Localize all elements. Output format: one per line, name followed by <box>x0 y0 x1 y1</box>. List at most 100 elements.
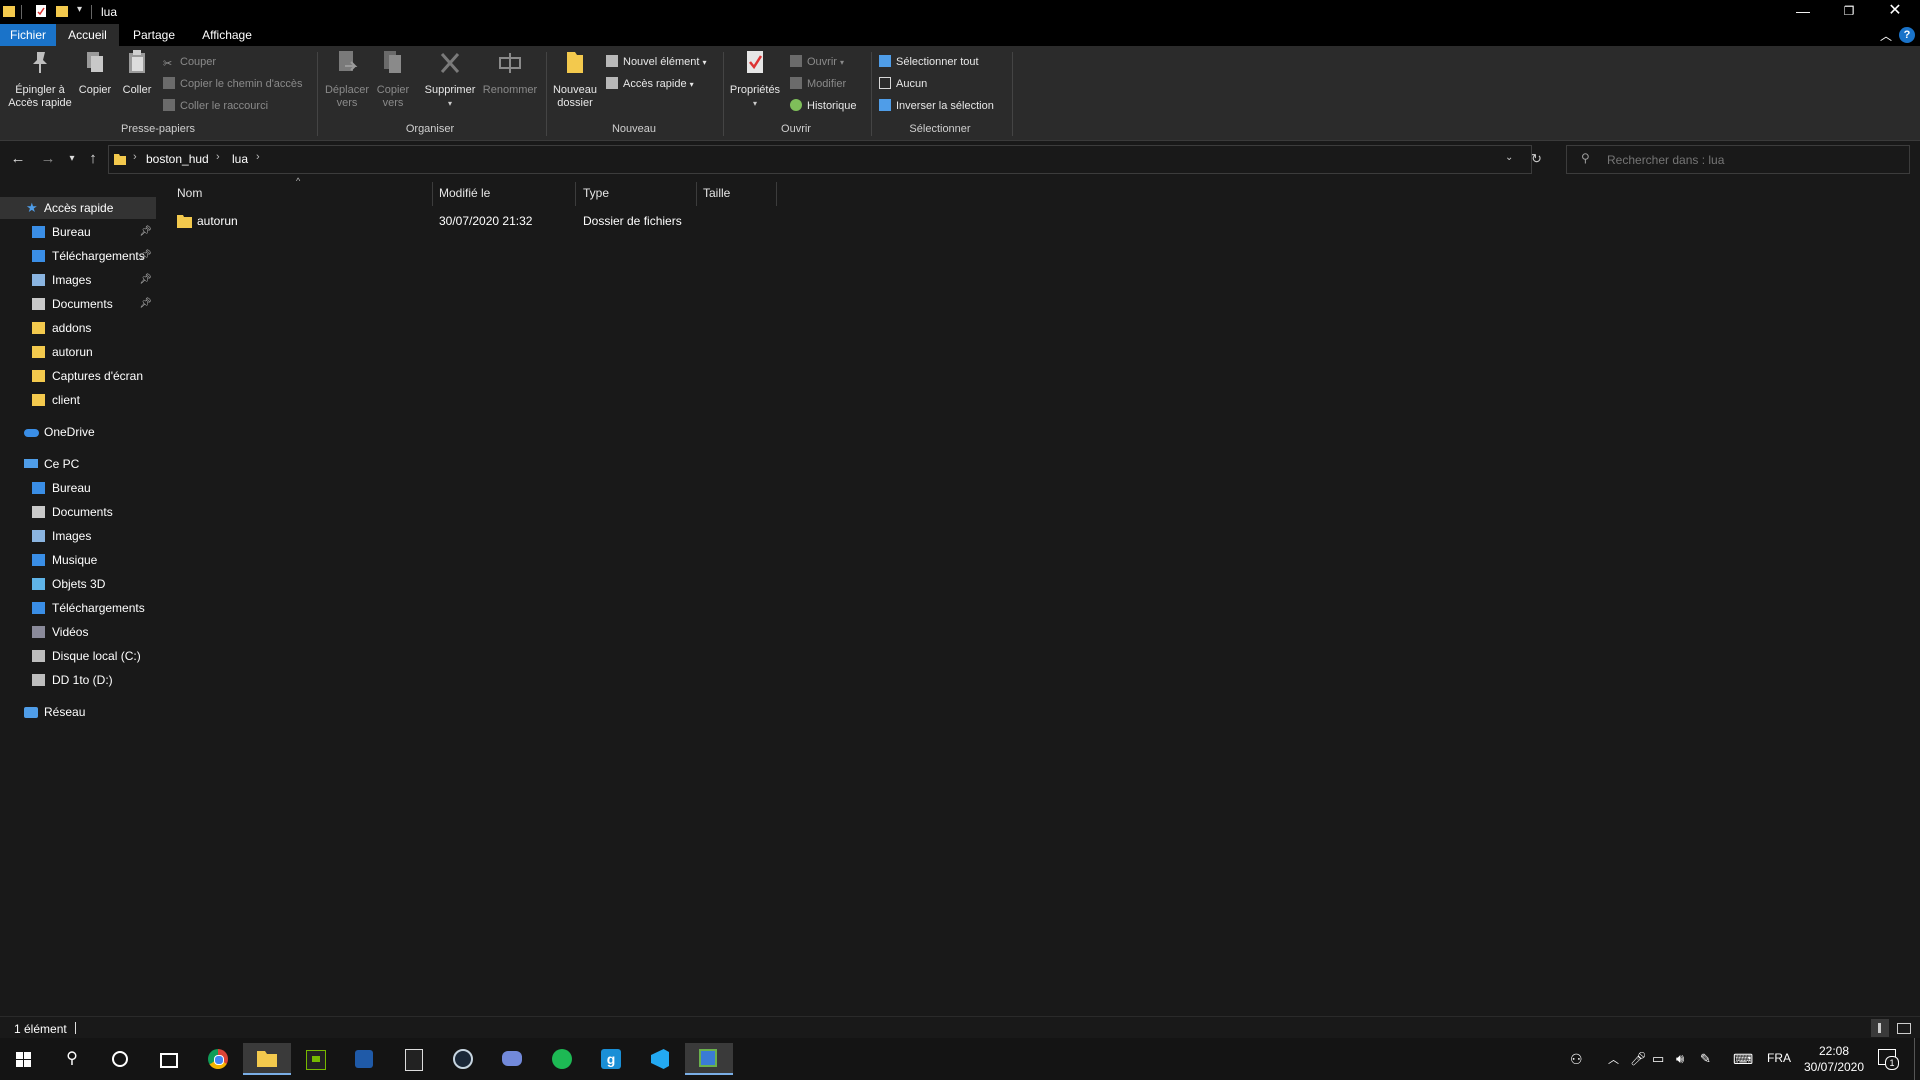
minimize-button[interactable]: — <box>1780 0 1826 24</box>
tab-view[interactable]: Affichage <box>194 24 260 46</box>
table-row[interactable]: autorun 30/07/2020 21:32 Dossier de fich… <box>176 210 776 232</box>
clock[interactable]: 22:08 30/07/2020 <box>1800 1043 1868 1075</box>
show-desktop-button[interactable] <box>1914 1038 1915 1080</box>
nvidia-app[interactable] <box>292 1043 340 1075</box>
select-none-button[interactable]: Aucun <box>879 75 927 93</box>
collapse-ribbon-icon[interactable]: ︿ <box>1880 27 1892 44</box>
search-box[interactable]: ⚲ <box>1566 145 1910 174</box>
tab-share[interactable]: Partage <box>124 24 184 46</box>
select-all-button[interactable]: Sélectionner tout <box>879 53 979 71</box>
nav-network[interactable]: Réseau <box>0 701 156 723</box>
microphone-icon[interactable]: 🎤︎ <box>1630 1051 1647 1067</box>
nav-quick-access[interactable]: ★ Accès rapide <box>0 197 156 219</box>
breadcrumb-item[interactable]: boston_hud <box>146 152 209 166</box>
up-button[interactable]: ↑ <box>83 149 103 169</box>
nav-item[interactable]: Bureau <box>0 477 156 499</box>
large-icons-view-button[interactable] <box>1894 1019 1912 1037</box>
nav-item[interactable]: Documents 📌︎ <box>0 293 156 315</box>
help-icon[interactable]: ? <box>1899 27 1915 43</box>
nav-item[interactable]: Musique <box>0 549 156 571</box>
delete-button[interactable]: Supprimer ▾ <box>420 48 480 110</box>
nav-item[interactable]: Captures d'écran <box>0 365 156 387</box>
nav-item[interactable]: Bureau 📌︎ <box>0 221 156 243</box>
new-folder-button[interactable]: Nouveau dossier <box>550 48 600 110</box>
pin-quick-access-button[interactable]: Épingler à Accès rapide <box>4 48 76 110</box>
nav-item[interactable]: client <box>0 389 156 411</box>
address-bar[interactable]: › boston_hud › lua › ⌄ ↻ <box>108 145 1542 174</box>
discord-app[interactable] <box>489 1043 537 1075</box>
file-explorer-app[interactable] <box>243 1043 291 1075</box>
column-header-type[interactable]: Type <box>583 182 693 204</box>
tab-home[interactable]: Accueil <box>56 24 119 46</box>
cut-button[interactable]: ✂ Couper <box>163 53 216 71</box>
paste-button[interactable]: Coller <box>118 48 156 97</box>
tab-file[interactable]: Fichier <box>0 24 56 46</box>
steam-app[interactable] <box>439 1043 487 1075</box>
column-header-name[interactable]: Nom <box>177 182 427 204</box>
easy-access-button[interactable]: Accès rapide ▾ <box>606 75 694 93</box>
paste-shortcut-button[interactable]: Coller le raccourci <box>163 97 268 115</box>
nav-item[interactable]: Objets 3D <box>0 573 156 595</box>
properties-icon[interactable] <box>35 4 47 18</box>
people-icon[interactable]: ⚇ <box>1570 1051 1583 1068</box>
nav-item[interactable]: DD 1to (D:) <box>0 669 156 691</box>
restore-button[interactable]: ❐ <box>1826 0 1872 24</box>
column-divider[interactable] <box>575 182 576 206</box>
open-button[interactable]: Ouvrir ▾ <box>790 53 844 71</box>
nav-item[interactable]: Téléchargements <box>0 597 156 619</box>
close-button[interactable]: ✕ <box>1872 0 1918 24</box>
refresh-icon[interactable]: ↻ <box>1531 151 1542 167</box>
new-folder-icon[interactable] <box>56 4 68 18</box>
rename-button[interactable]: Renommer <box>480 48 540 97</box>
nav-this-pc[interactable]: Ce PC <box>0 453 156 475</box>
history-button[interactable]: Historique <box>790 97 857 115</box>
column-divider[interactable] <box>776 182 777 206</box>
nav-item[interactable]: Documents <box>0 501 156 523</box>
search-icon[interactable]: ⚲ <box>48 1043 96 1075</box>
nav-item[interactable]: Téléchargements 📌︎ <box>0 245 156 267</box>
forward-button[interactable]: → <box>38 149 58 169</box>
teamviewer-app[interactable] <box>341 1043 389 1075</box>
nav-item[interactable]: Vidéos <box>0 621 156 643</box>
nav-onedrive[interactable]: OneDrive <box>0 421 156 443</box>
properties-button[interactable]: Propriétés ▾ <box>726 48 784 110</box>
spotify-app[interactable] <box>538 1043 586 1075</box>
vscode-app[interactable] <box>636 1043 684 1075</box>
copy-path-button[interactable]: Copier le chemin d'accès <box>163 75 303 93</box>
column-divider[interactable] <box>432 182 433 206</box>
chrome-app[interactable] <box>195 1043 243 1075</box>
copy-to-button[interactable]: Copier vers <box>370 48 416 110</box>
cortana-button[interactable] <box>96 1043 144 1075</box>
volume-icon[interactable]: 🔊︎ <box>1676 1051 1684 1067</box>
column-header-modified[interactable]: Modifié le <box>439 182 569 204</box>
recent-locations-button[interactable]: ▾ <box>62 149 82 169</box>
input-language[interactable]: FRA <box>1767 1051 1791 1065</box>
breadcrumb-chevron-icon[interactable]: › <box>256 151 260 163</box>
nav-item[interactable]: Disque local (C:) <box>0 645 156 667</box>
edit-button[interactable]: Modifier <box>790 75 846 93</box>
address-history-icon[interactable]: ⌄ <box>1505 152 1513 163</box>
nav-item[interactable]: Images <box>0 525 156 547</box>
nav-item[interactable]: Images 📌︎ <box>0 269 156 291</box>
move-to-button[interactable]: Déplacer vers <box>322 48 372 110</box>
invert-selection-button[interactable]: Inverser la sélection <box>879 97 994 115</box>
gmod-app[interactable]: g <box>587 1043 635 1075</box>
network-status-icon[interactable]: ▭ <box>1652 1051 1664 1067</box>
breadcrumb-item[interactable]: lua <box>232 152 248 166</box>
notification-center-button[interactable]: 1 <box>1878 1049 1899 1070</box>
column-header-size[interactable]: Taille <box>703 182 773 204</box>
chevron-up-icon[interactable]: ︿ <box>1608 1051 1619 1067</box>
breadcrumb-chevron-icon[interactable]: › <box>216 151 220 163</box>
task-view-button[interactable] <box>144 1043 192 1075</box>
app-running[interactable] <box>685 1043 733 1075</box>
copy-button[interactable]: Copier <box>76 48 114 97</box>
nav-item[interactable]: addons <box>0 317 156 339</box>
new-item-button[interactable]: Nouvel élément ▾ <box>606 53 707 71</box>
nav-item[interactable]: autorun <box>0 341 156 363</box>
keyboard-icon[interactable]: ⌨ <box>1733 1051 1753 1068</box>
pen-icon[interactable]: ✎ <box>1700 1051 1711 1067</box>
back-button[interactable]: ← <box>8 149 28 169</box>
breadcrumb-chevron-icon[interactable]: › <box>133 151 137 163</box>
column-divider[interactable] <box>696 182 697 206</box>
search-input[interactable] <box>1605 150 1899 170</box>
